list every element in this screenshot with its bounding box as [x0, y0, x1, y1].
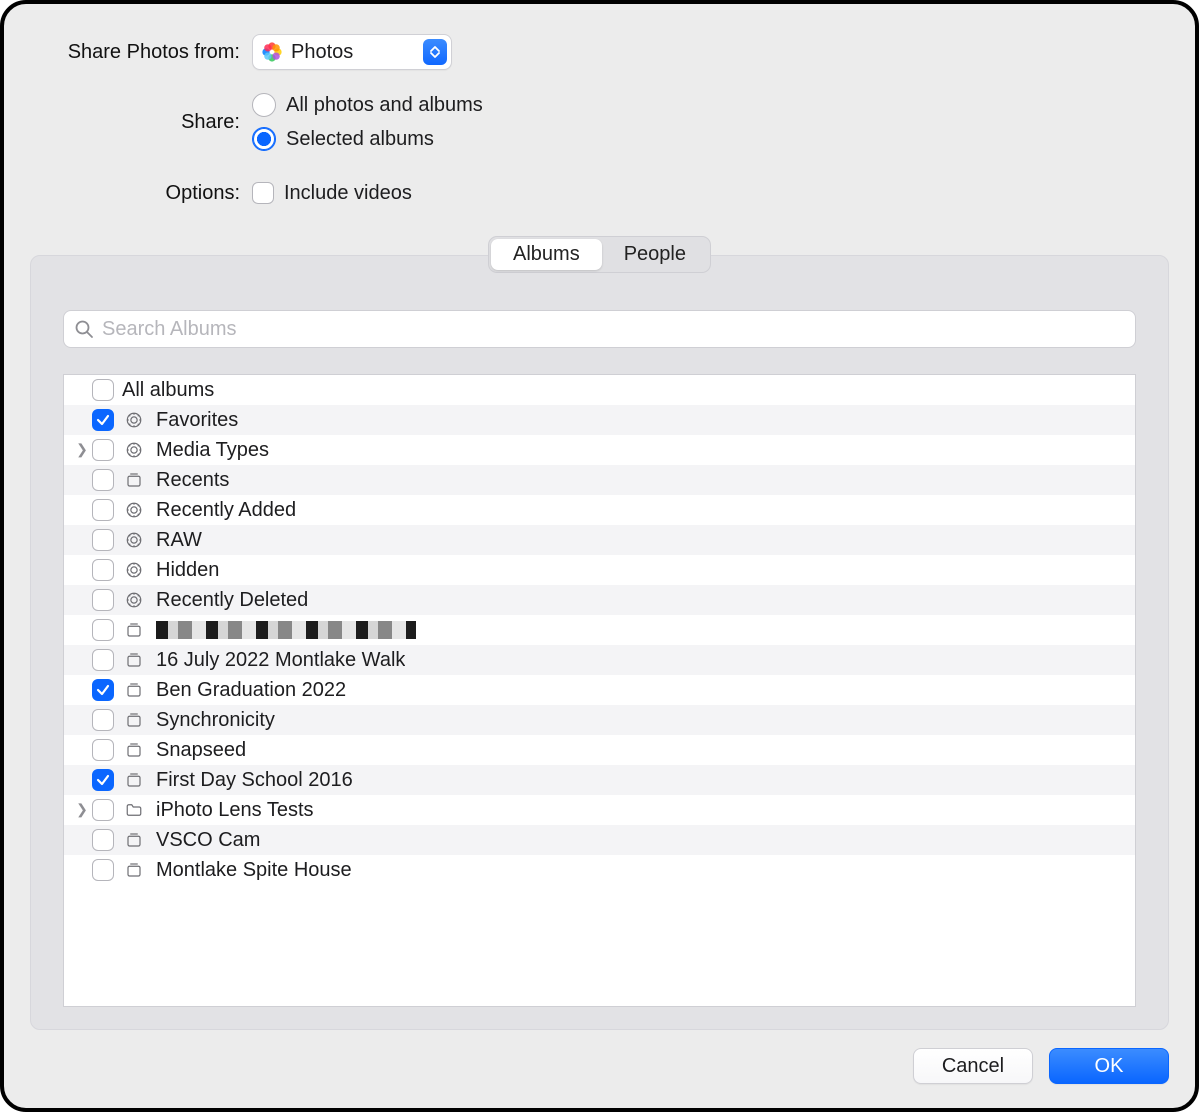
folder-icon — [122, 801, 146, 819]
album-checkbox[interactable] — [92, 499, 114, 521]
share-photos-dialog: Share Photos from: Photos — [0, 0, 1199, 1112]
album-label: Synchronicity — [156, 709, 275, 732]
radio-all-photos[interactable] — [252, 93, 276, 117]
album-row[interactable] — [64, 615, 1135, 645]
search-field[interactable] — [63, 310, 1136, 348]
album-label: Snapseed — [156, 739, 246, 762]
album-row[interactable]: Recents — [64, 465, 1135, 495]
album-row[interactable]: 16 July 2022 Montlake Walk — [64, 645, 1135, 675]
album-checkbox[interactable] — [92, 469, 114, 491]
radio-selected-albums[interactable] — [252, 127, 276, 151]
album-label: RAW — [156, 529, 202, 552]
album-row[interactable]: Media Types — [64, 435, 1135, 465]
album-icon — [122, 861, 146, 879]
album-checkbox[interactable] — [92, 589, 114, 611]
album-label: Montlake Spite House — [156, 859, 352, 882]
album-checkbox[interactable] — [92, 769, 114, 791]
album-label: Recently Deleted — [156, 589, 308, 612]
album-label: Favorites — [156, 409, 238, 432]
album-row[interactable]: Hidden — [64, 555, 1135, 585]
album-checkbox[interactable] — [92, 619, 114, 641]
tab-people[interactable]: People — [602, 239, 708, 270]
album-row[interactable]: Favorites — [64, 405, 1135, 435]
album-checkbox[interactable] — [92, 709, 114, 731]
gear-icon — [122, 591, 146, 609]
albums-tree[interactable]: All albums Favorites Media Types Recents… — [63, 374, 1136, 1007]
album-label: Recents — [156, 469, 229, 492]
gear-icon — [122, 441, 146, 459]
album-icon — [122, 771, 146, 789]
disclosure-triangle[interactable] — [72, 801, 92, 819]
album-label: Ben Graduation 2022 — [156, 679, 346, 702]
redacted-album-name — [156, 621, 416, 639]
album-icon — [122, 651, 146, 669]
all-albums-checkbox[interactable] — [92, 379, 114, 401]
include-videos-checkbox[interactable] — [252, 182, 274, 204]
albums-panel: All albums Favorites Media Types Recents… — [30, 255, 1169, 1030]
album-label: iPhoto Lens Tests — [156, 799, 314, 822]
search-input[interactable] — [102, 318, 1125, 341]
radio-selected-albums-label: Selected albums — [286, 126, 434, 152]
gear-icon — [122, 561, 146, 579]
ok-button[interactable]: OK — [1049, 1048, 1169, 1084]
album-label: Media Types — [156, 439, 269, 462]
chevron-right-icon — [76, 801, 88, 819]
album-row[interactable]: Snapseed — [64, 735, 1135, 765]
source-select-value: Photos — [291, 39, 423, 65]
album-icon — [122, 711, 146, 729]
photos-app-icon — [261, 41, 283, 63]
disclosure-triangle[interactable] — [72, 441, 92, 459]
share-from-label: Share Photos from: — [30, 39, 252, 65]
all-albums-label: All albums — [122, 379, 214, 402]
select-arrows-icon — [423, 39, 447, 65]
album-row[interactable]: Montlake Spite House — [64, 855, 1135, 885]
album-label: Hidden — [156, 559, 219, 582]
album-checkbox[interactable] — [92, 559, 114, 581]
share-label: Share: — [30, 109, 252, 135]
album-icon — [122, 681, 146, 699]
album-row[interactable]: Ben Graduation 2022 — [64, 675, 1135, 705]
album-label: Recently Added — [156, 499, 296, 522]
search-icon — [74, 319, 94, 339]
album-label: VSCO Cam — [156, 829, 260, 852]
album-label: First Day School 2016 — [156, 769, 353, 792]
album-checkbox[interactable] — [92, 679, 114, 701]
source-select[interactable]: Photos — [252, 34, 452, 70]
album-row[interactable]: Recently Added — [64, 495, 1135, 525]
tab-albums[interactable]: Albums — [491, 239, 602, 270]
album-checkbox[interactable] — [92, 799, 114, 821]
album-checkbox[interactable] — [92, 859, 114, 881]
album-checkbox[interactable] — [92, 739, 114, 761]
album-row[interactable]: VSCO Cam — [64, 825, 1135, 855]
dialog-buttons: Cancel OK — [30, 1048, 1169, 1084]
album-row[interactable]: Synchronicity — [64, 705, 1135, 735]
cancel-button[interactable]: Cancel — [913, 1048, 1033, 1084]
album-checkbox[interactable] — [92, 439, 114, 461]
album-header-row[interactable]: All albums — [64, 375, 1135, 405]
album-icon — [122, 471, 146, 489]
album-checkbox[interactable] — [92, 409, 114, 431]
album-icon — [122, 621, 146, 639]
album-icon — [122, 741, 146, 759]
album-row[interactable]: First Day School 2016 — [64, 765, 1135, 795]
album-checkbox[interactable] — [92, 829, 114, 851]
album-label: 16 July 2022 Montlake Walk — [156, 649, 405, 672]
album-checkbox[interactable] — [92, 529, 114, 551]
album-row[interactable]: RAW — [64, 525, 1135, 555]
chevron-right-icon — [76, 441, 88, 459]
album-row[interactable]: Recently Deleted — [64, 585, 1135, 615]
albums-people-segment: Albums People — [488, 236, 711, 273]
options-label: Options: — [30, 180, 252, 206]
gear-icon — [122, 501, 146, 519]
radio-all-photos-label: All photos and albums — [286, 92, 483, 118]
album-row[interactable]: iPhoto Lens Tests — [64, 795, 1135, 825]
album-checkbox[interactable] — [92, 649, 114, 671]
album-icon — [122, 831, 146, 849]
gear-icon — [122, 531, 146, 549]
top-form: Share Photos from: Photos — [30, 34, 1169, 216]
gear-icon — [122, 411, 146, 429]
include-videos-label: Include videos — [284, 180, 412, 206]
